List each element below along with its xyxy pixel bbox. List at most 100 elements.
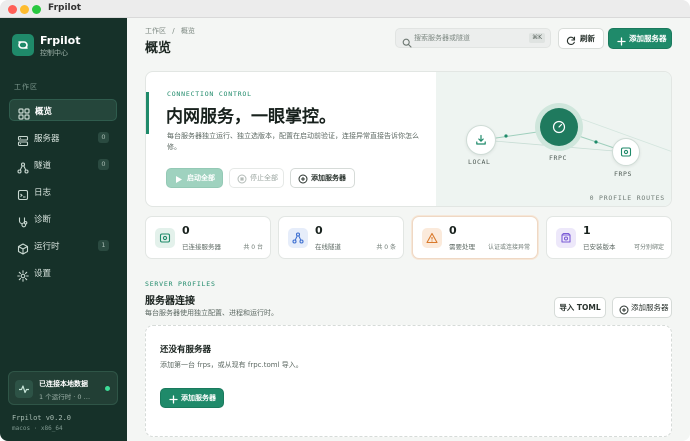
app-logo [12, 34, 34, 56]
warning-icon [422, 228, 442, 248]
server-icon [155, 228, 175, 248]
minimize-window-button[interactable] [20, 5, 29, 14]
empty-state-title: 还没有服务器 [160, 345, 212, 355]
server-icon [17, 132, 29, 147]
stat-value: 0 [449, 224, 457, 237]
tunnel-icon [288, 228, 308, 248]
section-description: 每台服务器使用独立配置、进程和运行时。 [145, 309, 278, 317]
search-input[interactable] [414, 31, 526, 45]
brand-subtitle: 控制中心 [40, 49, 68, 57]
status-title: 已连接本地数据 [39, 380, 88, 388]
breadcrumb-current: 概览 [180, 27, 195, 35]
breadcrumb: 工作区 / 概览 [145, 26, 195, 36]
sidebar-item-label: 日志 [34, 188, 52, 198]
tunnel-icon [17, 159, 29, 174]
section-add-server-label: 添加服务器 [631, 303, 669, 312]
sidebar-item-servers[interactable]: 服务器 0 [9, 127, 117, 149]
frpc-node[interactable] [540, 108, 578, 146]
local-node-label: LOCAL [468, 158, 491, 166]
stat-label: 在线隧道 [315, 243, 341, 251]
activity-icon [15, 380, 33, 398]
stat-note: 共 0 条 [376, 244, 396, 251]
play-icon [174, 173, 183, 191]
sidebar-item-label: 隧道 [34, 161, 52, 171]
search-box[interactable]: ⌘K [395, 28, 551, 48]
hero-add-server-button[interactable]: 添加服务器 [290, 168, 355, 188]
sidebar-item-label: 概览 [35, 107, 53, 117]
empty-add-server-label: 添加服务器 [181, 394, 216, 402]
frpc-node-label: FRPC [549, 154, 568, 162]
stop-all-label: 停止全部 [250, 174, 278, 182]
refresh-icon [566, 34, 576, 53]
stat-label: 需要处理 [449, 243, 475, 251]
breadcrumb-separator: / [172, 27, 175, 35]
local-node[interactable] [466, 125, 496, 155]
start-all-button[interactable]: 启动全部 [166, 168, 223, 188]
search-icon [402, 33, 412, 52]
platform-info: macos · x86_64 [12, 425, 63, 432]
plus-icon [169, 393, 178, 411]
frps-node-label: FRPS [614, 170, 633, 178]
sidebar-item-tunnels[interactable]: 隧道 0 [9, 154, 117, 176]
refresh-label: 刷新 [580, 34, 595, 43]
close-window-button[interactable] [8, 5, 17, 14]
sidebar: Frpilot 控制中心 工作区 概览 服务器 0 隧道 0 日志 诊断 运行时… [0, 18, 127, 441]
hero-eyebrow: CONNECTION CONTROL [167, 90, 252, 98]
stat-note: 共 0 台 [243, 244, 263, 251]
hero-add-server-label: 添加服务器 [311, 174, 346, 182]
package-icon [556, 228, 576, 248]
accent-bar [146, 92, 149, 134]
count-badge: 0 [98, 132, 109, 143]
plus-icon [617, 34, 626, 53]
server-box-icon [620, 147, 632, 157]
stat-card-installed-versions[interactable]: 1 已安装版本 可分别绑定 [546, 216, 672, 259]
stat-card-connected-servers[interactable]: 0 已连接服务器 共 0 台 [145, 216, 271, 259]
plus-circle-icon [619, 303, 629, 322]
log-icon [17, 186, 29, 201]
sidebar-item-overview[interactable]: 概览 [9, 99, 117, 121]
sidebar-item-label: 设置 [34, 269, 52, 279]
sidebar-item-label: 服务器 [34, 134, 60, 144]
stat-card-online-tunnels[interactable]: 0 在线隧道 共 0 条 [278, 216, 404, 259]
main-content: 工作区 / 概览 概览 ⌘K 刷新 添加服务器 [127, 18, 690, 441]
stat-value: 0 [315, 224, 323, 237]
stat-label: 已连接服务器 [182, 243, 221, 251]
import-toml-button[interactable]: 导入 TOML [554, 297, 606, 318]
section-add-server-button[interactable]: 添加服务器 [612, 297, 672, 318]
zoom-window-button[interactable] [32, 5, 41, 14]
shortcut-hint: ⌘K [529, 33, 545, 43]
stat-card-needs-attention[interactable]: 0 需要处理 认证或连接异常 [412, 216, 538, 259]
breadcrumb-parent[interactable]: 工作区 [145, 27, 166, 35]
brand-name: Frpilot [40, 34, 81, 47]
stop-icon [237, 173, 247, 191]
stat-value: 1 [583, 224, 591, 237]
stethoscope-icon [17, 213, 29, 228]
add-server-button[interactable]: 添加服务器 [608, 28, 672, 49]
profile-routes-count: 0 PROFILE ROUTES [589, 194, 665, 202]
count-badge: 1 [98, 240, 109, 251]
nav-section-label: 工作区 [14, 83, 38, 91]
grid-icon [18, 105, 30, 120]
frps-node[interactable] [612, 138, 640, 166]
empty-add-server-button[interactable]: 添加服务器 [160, 388, 224, 408]
connection-control-card: CONNECTION CONTROL 内网服务，一眼掌控。 每台服务器独立运行、… [145, 71, 672, 207]
sidebar-item-logs[interactable]: 日志 [9, 181, 117, 203]
sidebar-item-diagnostics[interactable]: 诊断 [9, 208, 117, 230]
hero-heading: 内网服务，一眼掌控。 [166, 107, 336, 127]
sidebar-item-settings[interactable]: 设置 [9, 262, 117, 284]
refresh-button[interactable]: 刷新 [558, 28, 604, 49]
stat-note: 认证或连接异常 [487, 244, 530, 251]
plus-circle-icon [298, 173, 308, 191]
empty-state-description: 添加第一台 frps，或从现有 frpc.toml 导入。 [160, 361, 303, 369]
sidebar-item-label: 诊断 [34, 215, 52, 225]
title-bar: Frpilot [0, 0, 690, 18]
download-icon [476, 134, 486, 145]
section-eyebrow: SERVER PROFILES [145, 280, 216, 288]
stop-all-button[interactable]: 停止全部 [229, 168, 284, 188]
topology-diagram: LOCAL FRPC FRPS 0 PROFILE ROUTES [436, 72, 671, 206]
stat-label: 已安装版本 [583, 243, 616, 251]
sidebar-item-runtime[interactable]: 运行时 1 [9, 235, 117, 257]
app-version: Frpilot v0.2.0 [12, 414, 72, 422]
gauge-icon [552, 120, 566, 134]
connection-status-card[interactable]: 已连接本地数据 1 个运行时 · 0 … [8, 371, 118, 405]
